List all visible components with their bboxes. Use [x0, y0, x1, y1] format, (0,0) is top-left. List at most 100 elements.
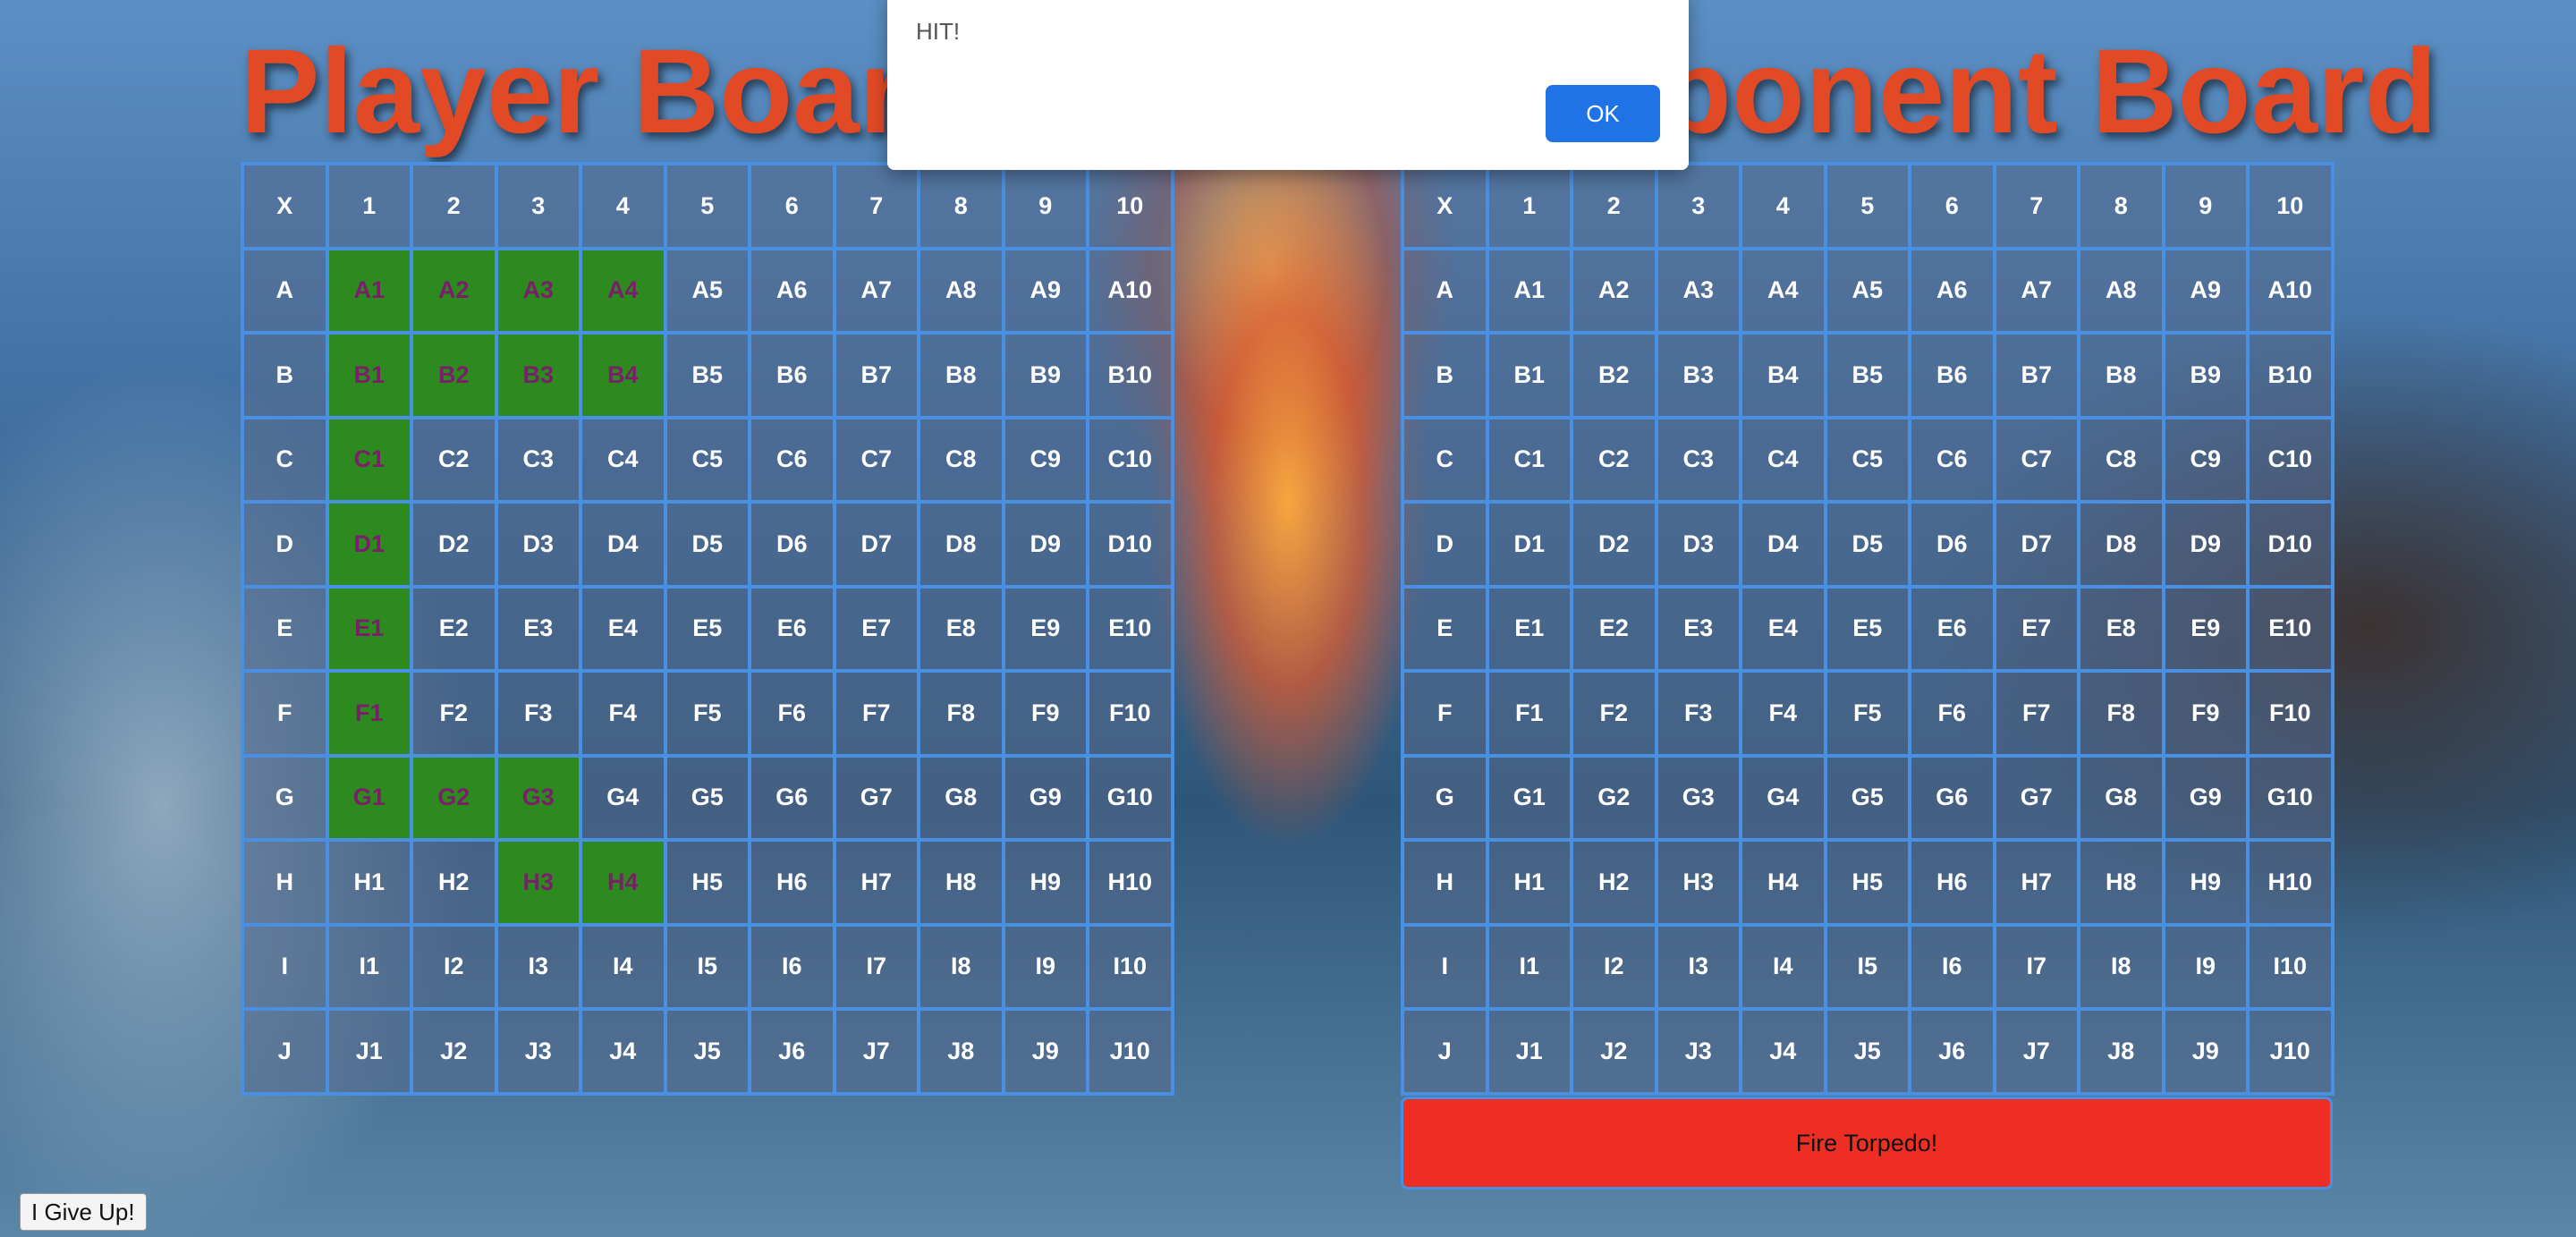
grid-cell[interactable]: D9	[2163, 502, 2248, 587]
grid-cell[interactable]: H9	[2163, 840, 2248, 925]
grid-cell[interactable]: H2	[1572, 840, 1657, 925]
grid-cell[interactable]: C6	[1910, 417, 1995, 502]
grid-cell[interactable]: J1	[1487, 1009, 1572, 1094]
grid-cell[interactable]: C5	[1825, 417, 1910, 502]
grid-cell[interactable]: F8	[2079, 671, 2164, 756]
grid-cell[interactable]: B4	[1741, 333, 1826, 418]
grid-cell[interactable]: F10	[2248, 671, 2333, 756]
grid-cell[interactable]: G1	[1487, 755, 1572, 840]
grid-cell[interactable]: B8	[2079, 333, 2164, 418]
grid-cell[interactable]: H1	[1487, 840, 1572, 925]
grid-cell[interactable]: D8	[2079, 502, 2164, 587]
grid-cell[interactable]: J6	[1910, 1009, 1995, 1094]
grid-cell[interactable]: E6	[1910, 586, 1995, 671]
grid-cell[interactable]: C3	[1656, 417, 1741, 502]
grid-cell[interactable]: D1	[1487, 502, 1572, 587]
grid-cell[interactable]: F7	[1994, 671, 2079, 756]
grid-cell[interactable]: I7	[1994, 924, 2079, 1009]
grid-cell[interactable]: F4	[1741, 671, 1826, 756]
grid-cell[interactable]: F5	[1825, 671, 1910, 756]
grid-cell[interactable]: G2	[1572, 755, 1657, 840]
grid-cell[interactable]: F9	[2163, 671, 2248, 756]
grid-cell[interactable]: F2	[1572, 671, 1657, 756]
grid-cell[interactable]: G3	[1656, 755, 1741, 840]
grid-cell[interactable]: C10	[2248, 417, 2333, 502]
grid-cell[interactable]: G6	[1910, 755, 1995, 840]
grid-cell[interactable]: J7	[1994, 1009, 2079, 1094]
grid-cell[interactable]: C1	[1487, 417, 1572, 502]
fire-torpedo-button[interactable]: Fire Torpedo!	[1401, 1097, 2333, 1190]
grid-cell[interactable]: B7	[1994, 333, 2079, 418]
grid-cell[interactable]: B5	[1825, 333, 1910, 418]
give-up-button[interactable]: I Give Up!	[20, 1193, 147, 1231]
grid-cell[interactable]: H8	[2079, 840, 2164, 925]
grid-cell[interactable]: G4	[1741, 755, 1826, 840]
grid-cell[interactable]: E3	[1656, 586, 1741, 671]
grid-cell[interactable]: G5	[1825, 755, 1910, 840]
grid-cell[interactable]: E1	[1487, 586, 1572, 671]
grid-cell[interactable]: J9	[2163, 1009, 2248, 1094]
grid-cell[interactable]: H3	[1656, 840, 1741, 925]
grid-cell[interactable]: J5	[1825, 1009, 1910, 1094]
grid-cell[interactable]: H6	[1910, 840, 1995, 925]
grid-cell[interactable]: H4	[1741, 840, 1826, 925]
grid-cell[interactable]: I10	[2248, 924, 2333, 1009]
grid-cell[interactable]: E2	[1572, 586, 1657, 671]
grid-cell[interactable]: E7	[1994, 586, 2079, 671]
grid-cell[interactable]: A5	[1825, 248, 1910, 333]
grid-cell[interactable]: D4	[1741, 502, 1826, 587]
grid-cell[interactable]: A10	[2248, 248, 2333, 333]
grid-cell[interactable]: G9	[2163, 755, 2248, 840]
grid-cell[interactable]: F6	[1910, 671, 1995, 756]
grid-cell[interactable]: F1	[1487, 671, 1572, 756]
grid-cell[interactable]: E8	[2079, 586, 2164, 671]
grid-cell[interactable]: B10	[2248, 333, 2333, 418]
grid-cell[interactable]: H5	[1825, 840, 1910, 925]
grid-cell[interactable]: E5	[1825, 586, 1910, 671]
grid-cell[interactable]: B3	[1656, 333, 1741, 418]
grid-cell[interactable]: C4	[1741, 417, 1826, 502]
grid-cell[interactable]: J10	[2248, 1009, 2333, 1094]
grid-cell[interactable]: A6	[1910, 248, 1995, 333]
grid-cell[interactable]: B1	[1487, 333, 1572, 418]
grid-cell[interactable]: I2	[1572, 924, 1657, 1009]
grid-cell[interactable]: G10	[2248, 755, 2333, 840]
grid-cell[interactable]: F3	[1656, 671, 1741, 756]
alert-ok-button[interactable]: OK	[1546, 85, 1660, 142]
grid-cell[interactable]: H7	[1994, 840, 2079, 925]
grid-cell[interactable]: A9	[2163, 248, 2248, 333]
grid-cell[interactable]: I3	[1656, 924, 1741, 1009]
grid-cell[interactable]: D6	[1910, 502, 1995, 587]
grid-cell[interactable]: G7	[1994, 755, 2079, 840]
grid-cell[interactable]: A4	[1741, 248, 1826, 333]
grid-cell[interactable]: I4	[1741, 924, 1826, 1009]
grid-cell[interactable]: I9	[2163, 924, 2248, 1009]
grid-cell[interactable]: I5	[1825, 924, 1910, 1009]
grid-cell[interactable]: J4	[1741, 1009, 1826, 1094]
grid-cell[interactable]: A8	[2079, 248, 2164, 333]
grid-cell[interactable]: J3	[1656, 1009, 1741, 1094]
grid-cell[interactable]: B2	[1572, 333, 1657, 418]
grid-cell[interactable]: C9	[2163, 417, 2248, 502]
grid-cell[interactable]: J8	[2079, 1009, 2164, 1094]
grid-cell[interactable]: A3	[1656, 248, 1741, 333]
grid-cell[interactable]: D7	[1994, 502, 2079, 587]
grid-cell[interactable]: B9	[2163, 333, 2248, 418]
grid-cell[interactable]: C8	[2079, 417, 2164, 502]
grid-cell[interactable]: E4	[1741, 586, 1826, 671]
grid-cell[interactable]: J2	[1572, 1009, 1657, 1094]
grid-cell[interactable]: A1	[1487, 248, 1572, 333]
grid-cell[interactable]: D2	[1572, 502, 1657, 587]
grid-cell[interactable]: E10	[2248, 586, 2333, 671]
grid-cell[interactable]: E9	[2163, 586, 2248, 671]
grid-cell[interactable]: C2	[1572, 417, 1657, 502]
grid-cell[interactable]: A7	[1994, 248, 2079, 333]
grid-cell[interactable]: C7	[1994, 417, 2079, 502]
grid-cell[interactable]: D3	[1656, 502, 1741, 587]
grid-cell[interactable]: I8	[2079, 924, 2164, 1009]
grid-cell[interactable]: I6	[1910, 924, 1995, 1009]
grid-cell[interactable]: G8	[2079, 755, 2164, 840]
grid-cell[interactable]: I1	[1487, 924, 1572, 1009]
grid-cell[interactable]: D10	[2248, 502, 2333, 587]
grid-cell[interactable]: H10	[2248, 840, 2333, 925]
